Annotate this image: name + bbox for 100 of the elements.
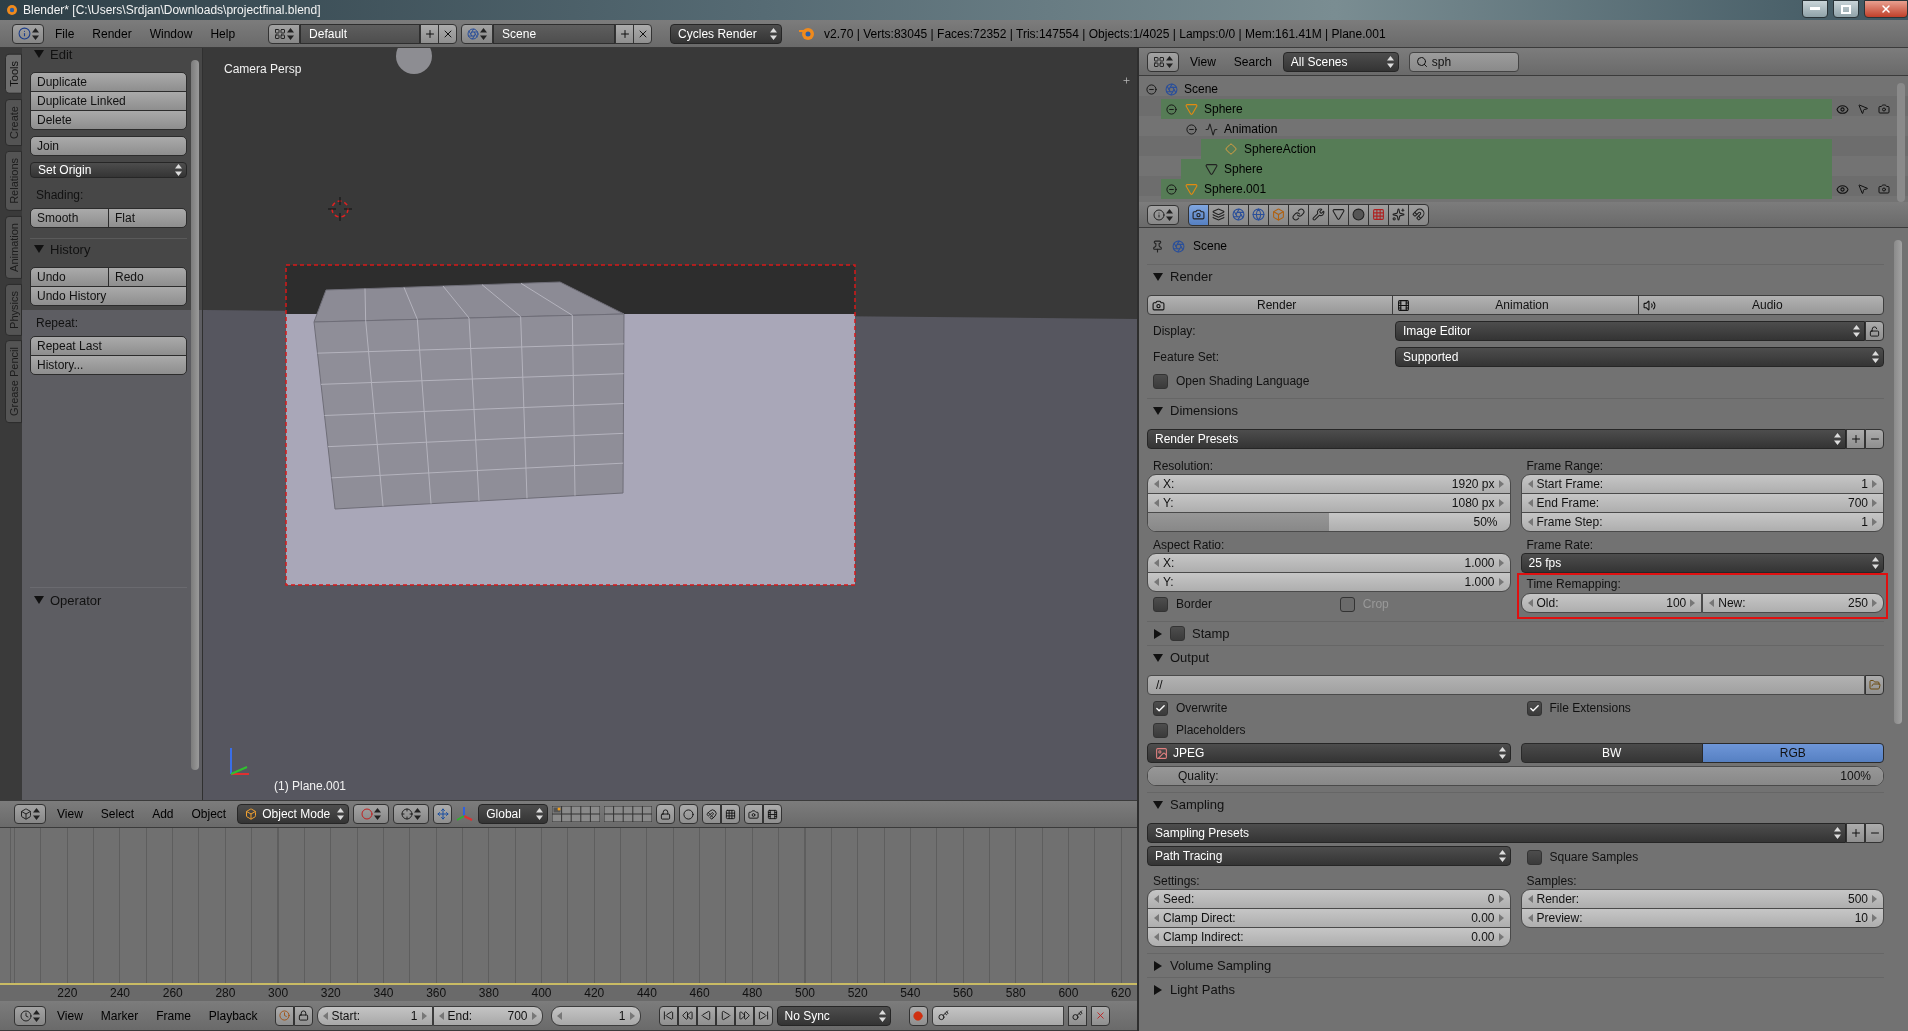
checkbox[interactable]: [1153, 722, 1168, 738]
decrement-arrow-icon[interactable]: [1154, 499, 1159, 507]
decrement-arrow-icon[interactable]: [1154, 480, 1159, 488]
checkbox[interactable]: [1153, 373, 1168, 389]
decrement-arrow-icon[interactable]: [1527, 895, 1533, 903]
search-field[interactable]: sph: [1408, 51, 1519, 72]
integrator-dropdown[interactable]: Path Tracing: [1147, 846, 1511, 866]
layer-buttons[interactable]: [552, 806, 601, 822]
menu-item[interactable]: File: [48, 23, 82, 44]
number-field[interactable]: Render: 500: [1520, 889, 1884, 909]
properties-tab[interactable]: [1188, 203, 1209, 226]
jump-start-button[interactable]: [658, 1005, 678, 1026]
jump-end-button[interactable]: [753, 1005, 773, 1026]
increment-arrow-icon[interactable]: [1498, 578, 1504, 586]
decrement-arrow-icon[interactable]: [1709, 599, 1715, 607]
insert-keyframe-button[interactable]: [1067, 1005, 1087, 1026]
color-mode-toggle[interactable]: BW: [1520, 743, 1703, 763]
outliner-row[interactable]: Sphere: [1161, 99, 1832, 119]
increment-arrow-icon[interactable]: [629, 1011, 635, 1020]
screen-layout-button[interactable]: [268, 23, 301, 44]
slider[interactable]: Quality: 100%: [1147, 766, 1884, 786]
editor-type-button[interactable]: [12, 23, 44, 44]
increment-arrow-icon[interactable]: [1498, 499, 1504, 507]
mode-dropdown[interactable]: Object Mode: [237, 804, 350, 824]
pivot-button[interactable]: [393, 804, 430, 824]
checkbox[interactable]: [1526, 849, 1542, 865]
tool-button[interactable]: Delete: [30, 110, 187, 130]
collapse-icon[interactable]: [1165, 183, 1177, 195]
render-button[interactable]: Audio: [1637, 295, 1884, 315]
color-mode-toggle[interactable]: RGB: [1701, 743, 1884, 763]
play-reverse-button[interactable]: [696, 1005, 716, 1026]
render-button[interactable]: Animation: [1392, 295, 1639, 315]
slider[interactable]: 50%: [1147, 512, 1511, 532]
decrement-arrow-icon[interactable]: [1527, 499, 1533, 507]
properties-tab[interactable]: [1248, 203, 1269, 226]
render-animation-button[interactable]: [763, 804, 783, 824]
properties-tab[interactable]: [1308, 203, 1329, 226]
number-field[interactable]: Old: 100: [1520, 593, 1703, 613]
decrement-arrow-icon[interactable]: [1527, 518, 1533, 526]
editor-type-button[interactable]: [1147, 51, 1179, 72]
number-field[interactable]: Clamp Indirect: 0.00: [1147, 927, 1511, 947]
delete-scene-button[interactable]: [633, 23, 653, 44]
decrement-arrow-icon[interactable]: [1527, 480, 1533, 488]
tool-button[interactable]: Undo: [30, 267, 109, 287]
keying-set-field[interactable]: [931, 1005, 1064, 1026]
dropdown[interactable]: Set Origin: [30, 162, 187, 178]
checkbox[interactable]: [1526, 700, 1542, 716]
outliner-row[interactable]: Sphere: [1181, 159, 1832, 179]
decrement-arrow-icon[interactable]: [322, 1011, 328, 1020]
expanded-triangle-icon[interactable]: [1153, 271, 1163, 282]
browse-button[interactable]: [1865, 675, 1884, 695]
collapsed-triangle-icon[interactable]: [1153, 628, 1163, 639]
menu-item[interactable]: View: [50, 804, 90, 824]
decrement-arrow-icon[interactable]: [438, 1011, 444, 1020]
number-field[interactable]: Clamp Direct: 0.00: [1147, 908, 1511, 928]
remove-preset-button[interactable]: [1865, 429, 1884, 449]
outliner-row[interactable]: SphereAction: [1201, 139, 1832, 159]
number-field[interactable]: Start Frame: 1: [1520, 474, 1884, 494]
camera-icon[interactable]: [1877, 183, 1890, 195]
decrement-arrow-icon[interactable]: [1154, 933, 1159, 941]
decrement-arrow-icon[interactable]: [1154, 578, 1159, 586]
close-button[interactable]: [1864, 0, 1908, 18]
properties-tab[interactable]: [1328, 203, 1349, 226]
next-keyframe-button[interactable]: [734, 1005, 754, 1026]
menu-item[interactable]: Search: [1226, 51, 1279, 72]
eye-icon[interactable]: [1836, 102, 1850, 116]
add-preset-button[interactable]: [1846, 823, 1865, 843]
menu-item[interactable]: Render: [85, 23, 139, 44]
menu-item[interactable]: Window: [142, 23, 200, 44]
outliner-row[interactable]: Sphere.001: [1161, 179, 1832, 199]
expanded-triangle-icon[interactable]: [1153, 405, 1163, 416]
frame-rate-dropdown[interactable]: 25 fps: [1520, 553, 1884, 573]
outliner-row[interactable]: Scene: [1141, 79, 1832, 99]
feature-set-dropdown[interactable]: Supported: [1395, 347, 1884, 367]
previous-keyframe-button[interactable]: [677, 1005, 697, 1026]
render-image-button[interactable]: [744, 804, 764, 824]
start-frame-field[interactable]: Start: 1: [316, 1005, 433, 1026]
tool-button[interactable]: Smooth: [30, 208, 109, 228]
properties-tab[interactable]: [1228, 203, 1249, 226]
tool-button[interactable]: Flat: [108, 208, 187, 228]
editor-type-button[interactable]: [1147, 204, 1179, 225]
remove-preset-button[interactable]: [1865, 823, 1884, 843]
play-button[interactable]: [715, 1005, 735, 1026]
add-preset-button[interactable]: [1846, 429, 1865, 449]
number-field[interactable]: Preview: 10: [1520, 908, 1884, 928]
file-format-dropdown[interactable]: JPEG: [1147, 743, 1511, 763]
manipulator-button[interactable]: [433, 804, 453, 824]
menu-item[interactable]: View: [50, 1005, 90, 1026]
increment-arrow-icon[interactable]: [421, 1011, 427, 1020]
menu-item[interactable]: Select: [93, 804, 142, 824]
increment-arrow-icon[interactable]: [531, 1011, 537, 1020]
menu-item[interactable]: View: [1183, 51, 1223, 72]
tool-button[interactable]: Repeat Last: [30, 336, 187, 356]
increment-arrow-icon[interactable]: [1498, 559, 1504, 567]
tool-button[interactable]: History...: [30, 355, 187, 375]
render-engine-dropdown[interactable]: Cycles Render: [670, 23, 783, 44]
menu-item[interactable]: Marker: [93, 1005, 146, 1026]
display-mode-dropdown[interactable]: All Scenes: [1282, 51, 1399, 72]
collapsed-triangle-icon[interactable]: [1153, 960, 1163, 971]
increment-arrow-icon[interactable]: [1498, 933, 1504, 941]
